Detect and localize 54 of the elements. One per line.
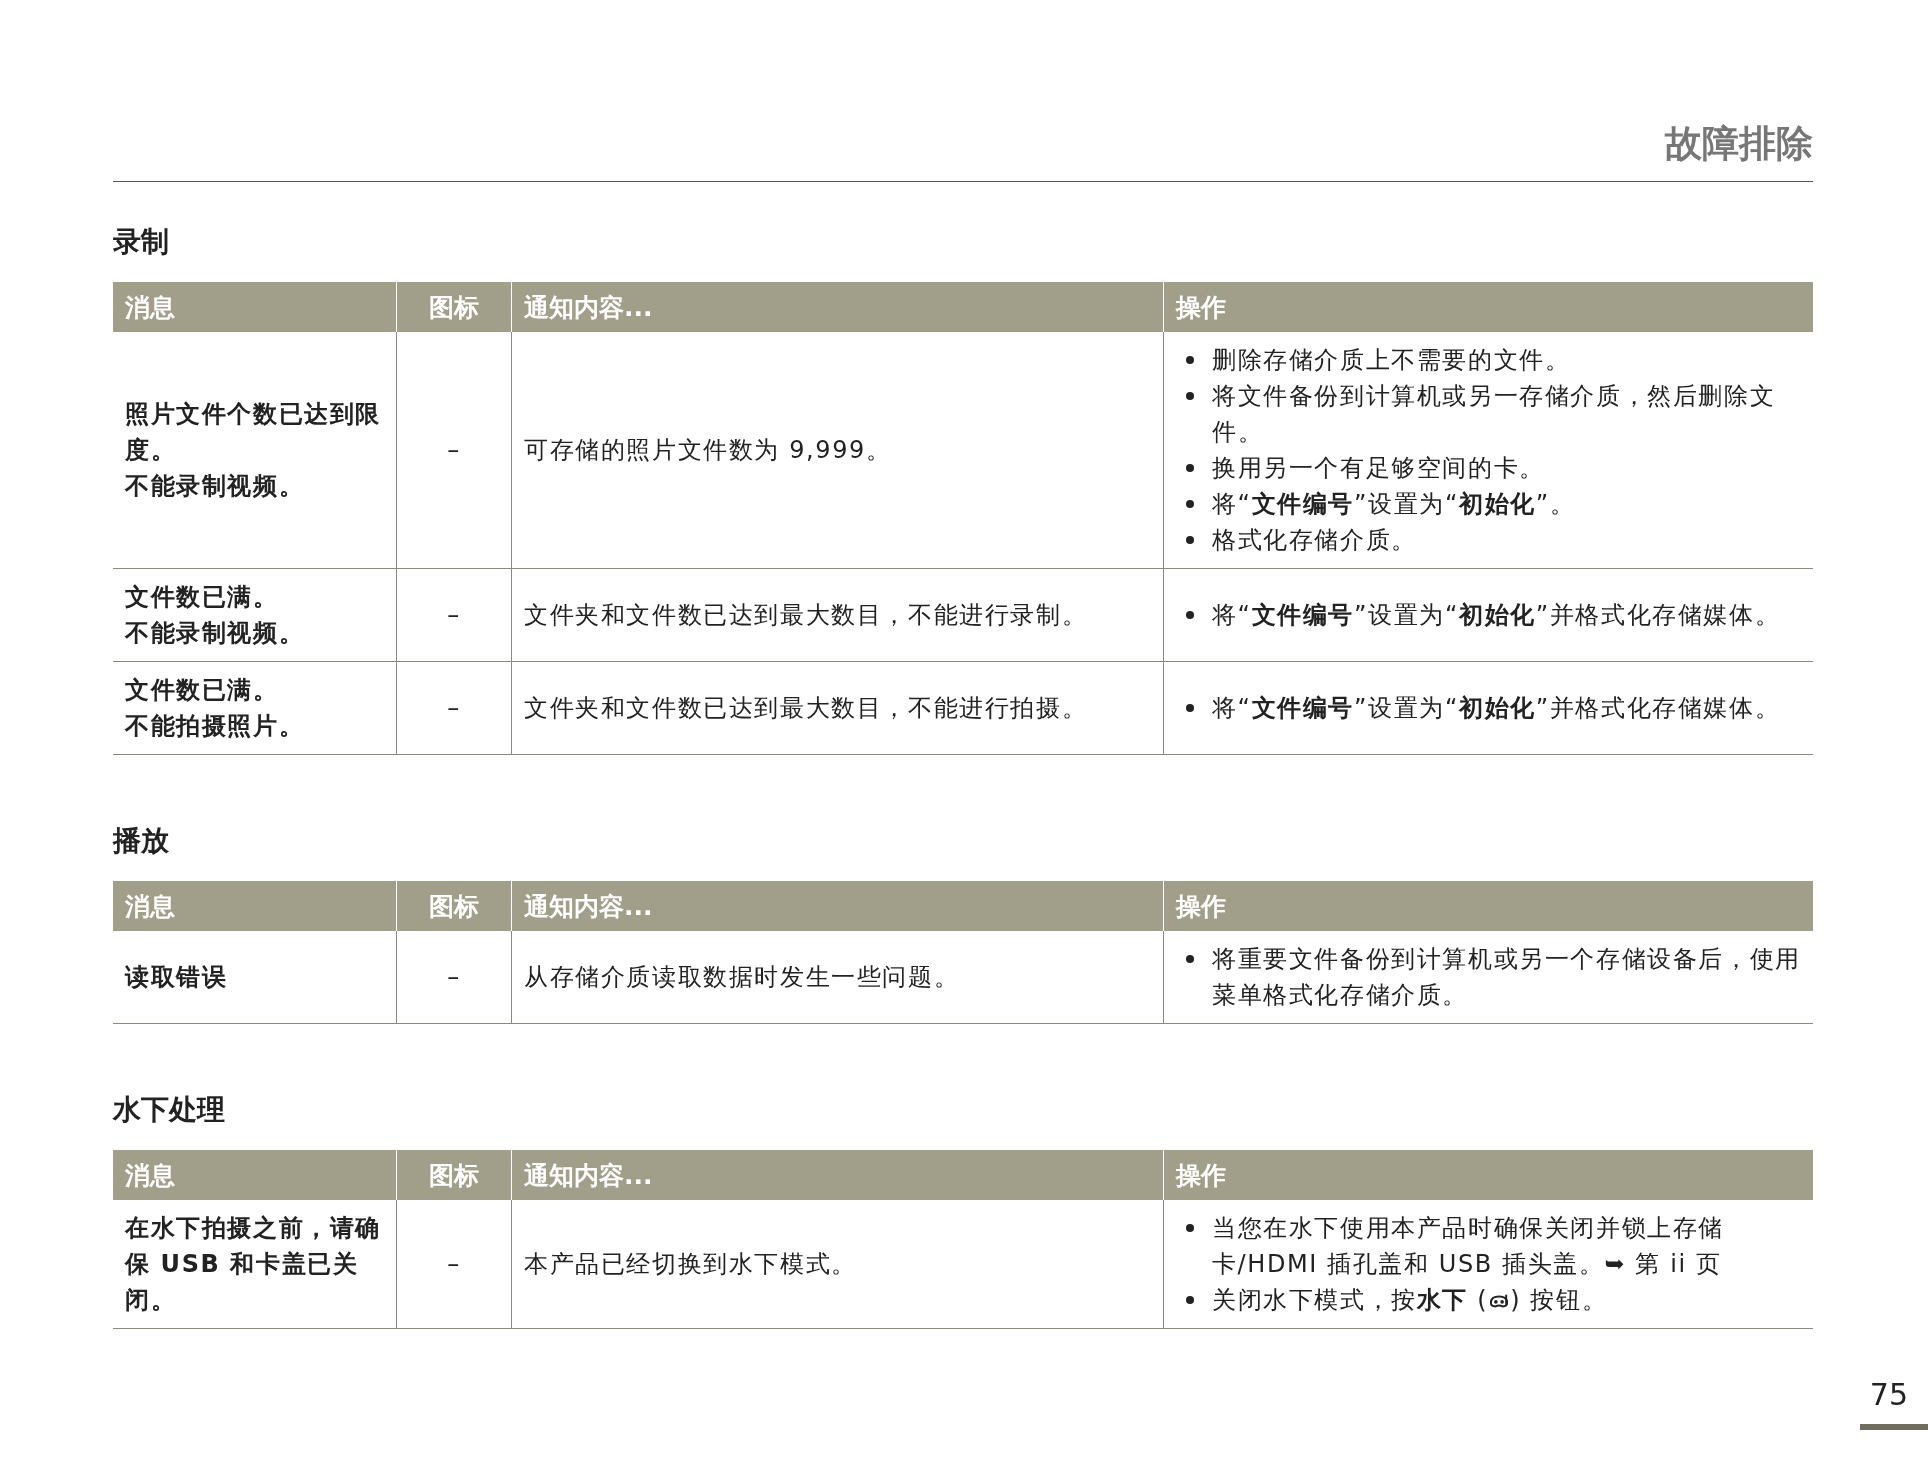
page-number-bar	[1860, 1424, 1928, 1430]
notice-text: 本产品已经切换到水下模式。	[524, 1249, 857, 1280]
column-header: 操作	[1163, 1150, 1813, 1200]
section-heading: 播放	[113, 823, 170, 859]
column-header: 图标	[396, 881, 511, 931]
icon-text: –	[447, 962, 461, 993]
message-text: 文件数已满。 不能拍摄照片。	[125, 675, 305, 742]
action-text: 关闭水下模式，按水下 ( ) 按钮。	[1212, 1285, 1609, 1316]
column-header: 操作	[1163, 881, 1813, 931]
icon-text: –	[447, 1249, 461, 1280]
message-text: 在水下拍摄之前，请确保 USB 和卡盖已关闭。	[125, 1213, 382, 1316]
action-text: 将文件备份到计算机或另一存储介质，然后删除文件。	[1212, 381, 1777, 448]
bullet-icon	[1186, 1224, 1194, 1232]
action-text: 当您在水下使用本产品时确保关闭并锁上存储卡/HDMI 插孔盖和 USB 插头盖。➥ 第 ii 页	[1212, 1213, 1725, 1280]
message-text: 文件数已满。 不能录制视频。	[125, 582, 305, 649]
message-text: 照片文件个数已达到限度。 不能录制视频。	[125, 399, 382, 502]
bullet-icon	[1186, 1296, 1194, 1304]
action-text: 删除存储介质上不需要的文件。	[1212, 345, 1572, 376]
notice-text: 可存储的照片文件数为 9,999。	[524, 435, 892, 466]
notice-text: 文件夹和文件数已达到最大数目，不能进行录制。	[524, 600, 1088, 631]
page-title: 故障排除	[1665, 121, 1813, 167]
bullet-icon	[1186, 704, 1194, 712]
column-header: 图标	[396, 1150, 511, 1200]
bullet-icon	[1186, 500, 1194, 508]
message-text: 读取错误	[125, 962, 228, 993]
column-header: 通知内容...	[511, 881, 1163, 931]
bullet-icon	[1186, 464, 1194, 472]
column-header: 图标	[396, 282, 511, 332]
action-text: 将“文件编号”设置为“初始化”并格式化存储媒体。	[1212, 600, 1781, 631]
bullet-icon	[1186, 955, 1194, 963]
snorkel-mask-icon	[1488, 1292, 1511, 1310]
action-text: 将“文件编号”设置为“初始化”并格式化存储媒体。	[1212, 693, 1781, 724]
column-header: 通知内容...	[511, 1150, 1163, 1200]
action-text: 将重要文件备份到计算机或另一个存储设备后，使用菜单格式化存储介质。	[1212, 944, 1801, 1011]
column-header: 消息	[124, 1159, 176, 1192]
page-number: 75	[1869, 1377, 1908, 1412]
action-text: 将“文件编号”设置为“初始化”。	[1212, 489, 1577, 520]
section-heading: 水下处理	[113, 1092, 226, 1128]
column-header: 操作	[1163, 282, 1813, 332]
notice-text: 从存储介质读取数据时发生一些问题。	[524, 962, 960, 993]
icon-text: –	[447, 435, 461, 466]
notice-text: 文件夹和文件数已达到最大数目，不能进行拍摄。	[524, 693, 1088, 724]
column-header: 消息	[124, 890, 176, 923]
bullet-icon	[1186, 611, 1194, 619]
bullet-icon	[1186, 392, 1194, 400]
column-header: 通知内容...	[511, 282, 1163, 332]
action-text: 格式化存储介质。	[1212, 525, 1418, 556]
bullet-icon	[1186, 356, 1194, 364]
icon-text: –	[447, 600, 461, 631]
bullet-icon	[1186, 536, 1194, 544]
section-heading: 录制	[113, 224, 170, 260]
action-text: 换用另一个有足够空间的卡。	[1212, 453, 1546, 484]
column-header: 消息	[124, 291, 176, 324]
icon-text: –	[447, 693, 461, 724]
